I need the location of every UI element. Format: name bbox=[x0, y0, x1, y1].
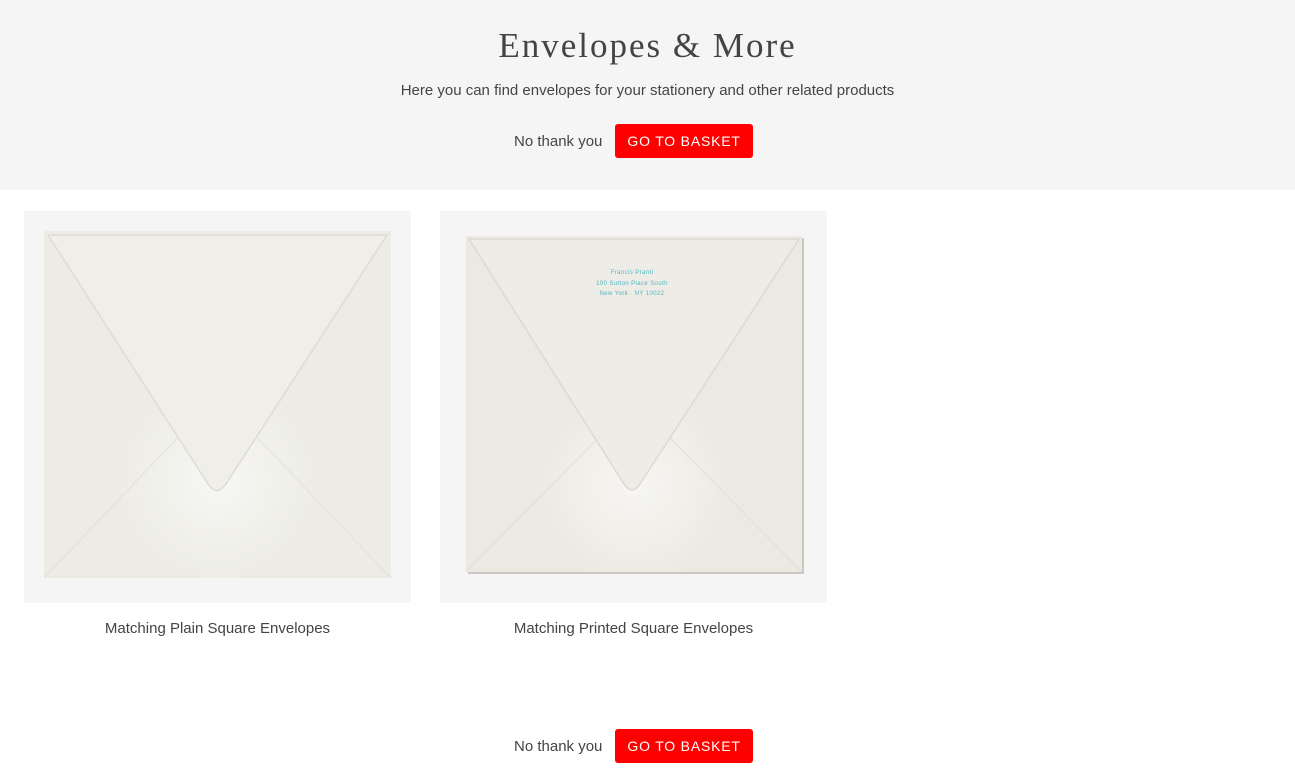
product-card-printed-envelopes[interactable]: Francis Prantl 100 Sutton Place South Ne… bbox=[440, 211, 827, 637]
product-card-plain-envelopes[interactable]: Matching Plain Square Envelopes bbox=[24, 211, 411, 637]
top-actions: No thank you GO TO BASKET bbox=[514, 124, 753, 158]
bottom-actions: No thank you GO TO BASKET bbox=[514, 729, 753, 763]
product-name[interactable]: Matching Printed Square Envelopes bbox=[440, 620, 827, 637]
product-image[interactable] bbox=[24, 211, 411, 603]
go-to-basket-button[interactable]: GO TO BASKET bbox=[615, 729, 753, 763]
page-title: Envelopes & More bbox=[498, 26, 797, 65]
printed-address-line-3: New York · NY 10022 bbox=[600, 291, 665, 297]
no-thank-you-link[interactable]: No thank you bbox=[514, 133, 602, 150]
printed-square-envelope-image: Francis Prantl 100 Sutton Place South Ne… bbox=[465, 236, 804, 574]
go-to-basket-button[interactable]: GO TO BASKET bbox=[615, 124, 753, 158]
page-subtitle: Here you can find envelopes for your sta… bbox=[400, 82, 895, 99]
no-thank-you-link[interactable]: No thank you bbox=[514, 738, 602, 755]
plain-square-envelope-image bbox=[44, 231, 391, 578]
product-name[interactable]: Matching Plain Square Envelopes bbox=[24, 620, 411, 637]
printed-address-line-1: Francis Prantl bbox=[611, 270, 654, 276]
product-image[interactable]: Francis Prantl 100 Sutton Place South Ne… bbox=[440, 211, 827, 603]
page-header: Envelopes & More Here you can find envel… bbox=[0, 0, 1295, 190]
printed-address-line-2: 100 Sutton Place South bbox=[596, 281, 668, 287]
